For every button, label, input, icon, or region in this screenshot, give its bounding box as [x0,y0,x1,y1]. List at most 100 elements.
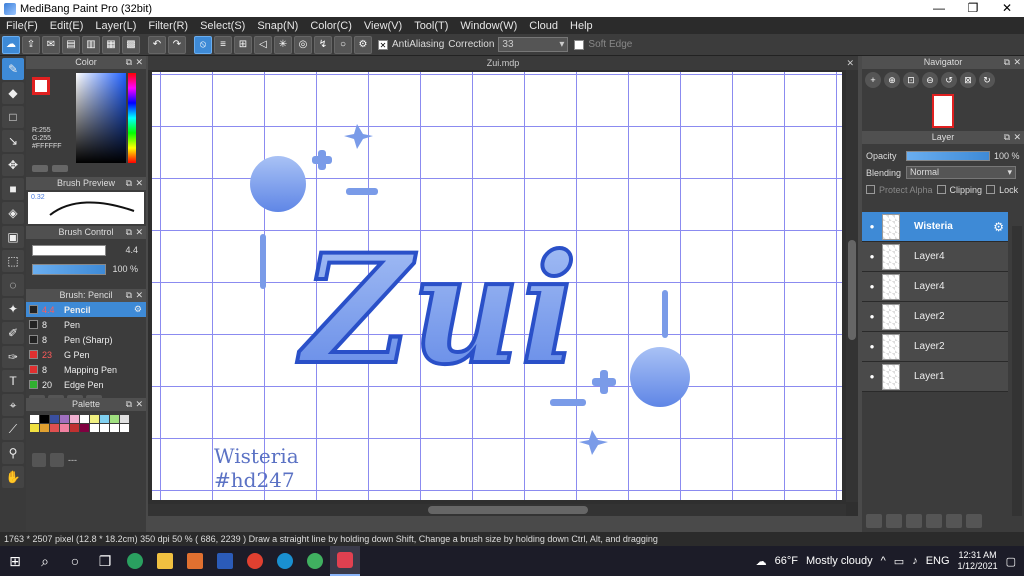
duplicate-layer-button[interactable] [966,514,982,528]
undo-icon[interactable]: ↶ [148,35,166,54]
menu-layer[interactable]: Layer(L) [89,20,142,32]
menu-file[interactable]: File(F) [0,20,44,32]
lock-checkbox[interactable] [986,185,996,194]
menu-help[interactable]: Help [564,20,599,32]
palette-swatch[interactable] [110,415,119,423]
layer-row[interactable]: ● Layer4 [862,242,1008,272]
bucket-tool-icon[interactable]: ◈ [2,202,24,224]
document-tab[interactable]: Zui.mdp ✕ [148,56,858,70]
gradient-tool-icon[interactable]: ▣ [2,226,24,248]
popout-icon[interactable]: ⧉ [126,398,132,411]
app-green-icon[interactable] [300,546,330,576]
chrome-icon[interactable] [240,546,270,576]
menu-tool[interactable]: Tool(T) [408,20,454,32]
close-icon[interactable]: ✕ [135,226,143,239]
close-button[interactable]: ✕ [990,0,1024,17]
radial-snap-icon[interactable]: ✳ [274,35,292,54]
palette-swatch[interactable] [50,424,59,432]
palette-swatch[interactable] [70,424,79,432]
message-icon[interactable]: ▤ [62,35,80,54]
curve-tool-icon[interactable]: ↘ [2,130,24,152]
move-tool-icon[interactable]: ✥ [2,154,24,176]
gear-icon[interactable]: ⚙ [993,220,1004,234]
maximize-button[interactable]: ❐ [956,0,990,17]
popout-icon[interactable]: ⧉ [126,226,132,239]
popout-icon[interactable]: ⧉ [126,289,132,302]
gear-icon[interactable]: ⚙ [134,304,142,315]
visibility-icon[interactable]: ● [867,372,877,382]
select-pen-tool-icon[interactable]: ✐ [2,322,24,344]
navigator-thumbnail[interactable] [932,94,954,128]
close-icon[interactable]: ✕ [135,398,143,411]
menu-select[interactable]: Select(S) [194,20,251,32]
circle-snap-icon[interactable]: ◎ [294,35,312,54]
close-icon[interactable]: ✕ [135,177,143,190]
task-view-icon[interactable]: ❐ [90,546,120,576]
new-layer-button[interactable] [866,514,882,528]
snap-off-icon[interactable]: ⦸ [194,35,212,54]
palette-swatch[interactable] [120,415,129,423]
palette-swatch[interactable] [120,424,129,432]
pages-icon[interactable]: ▦ [102,35,120,54]
palette-swatch[interactable] [100,415,109,423]
vertical-scroll-thumb[interactable] [848,240,856,340]
grid-icon[interactable]: ▩ [122,35,140,54]
parallel-snap-icon[interactable]: ≡ [214,35,232,54]
close-icon[interactable]: ✕ [1013,56,1021,69]
search-icon[interactable]: ⌕ [30,546,60,576]
magic-wand-tool-icon[interactable]: ✦ [2,298,24,320]
weather-icon[interactable]: ☁ [756,555,767,568]
comment-icon[interactable]: ✉ [42,35,60,54]
brush-item-mapping-pen[interactable]: 8 Mapping Pen [26,362,146,377]
menu-edit[interactable]: Edit(E) [44,20,90,32]
edge-icon[interactable] [270,546,300,576]
share-icon[interactable]: ⇪ [22,35,40,54]
layer-row[interactable]: ● Layer1 [862,362,1008,392]
close-icon[interactable]: ✕ [135,289,143,302]
palette-swatch[interactable] [50,415,59,423]
correction-select[interactable]: 33 [498,37,569,52]
horizontal-scroll-thumb[interactable] [428,506,588,514]
palette-swatch[interactable] [110,424,119,432]
brush-item-pen[interactable]: 8 Pen [26,317,146,332]
zoom-out-icon[interactable]: ⊖ [922,72,938,88]
visibility-icon[interactable]: ● [867,252,877,262]
layer-row[interactable]: ● Layer2 [862,332,1008,362]
popout-icon[interactable]: ⧉ [126,177,132,190]
ellipse-snap-icon[interactable]: ○ [334,35,352,54]
app-u-icon[interactable] [120,546,150,576]
cross-snap-icon[interactable]: ⊞ [234,35,252,54]
lasso-tool-icon[interactable]: ◌ [2,274,24,296]
text-tool-icon[interactable]: T [2,370,24,392]
palette-swatch[interactable] [80,415,89,423]
rectangle-tool-icon[interactable]: □ [2,106,24,128]
palette-swatch[interactable] [70,415,79,423]
minimize-button[interactable]: — [922,0,956,17]
visibility-icon[interactable]: ● [867,282,877,292]
redo-icon[interactable]: ↷ [168,35,186,54]
visibility-icon[interactable]: ● [867,342,877,352]
hue-slider[interactable] [128,73,136,163]
clipping-checkbox[interactable] [936,185,946,194]
medibang-taskbar-icon[interactable] [330,546,360,576]
brush-size-slider[interactable] [32,245,106,256]
popout-icon[interactable]: ⧉ [1004,56,1010,69]
new-8bit-layer-button[interactable] [886,514,902,528]
palette-swatch[interactable] [60,415,69,423]
add-color-button[interactable] [32,453,46,467]
popout-icon[interactable]: ⧉ [1004,131,1010,144]
visibility-icon[interactable]: ● [867,222,877,232]
navigator-view[interactable] [862,91,1024,131]
weather-temp[interactable]: 66°F [775,555,798,567]
popout-icon[interactable]: ⧉ [126,56,132,69]
select-eraser-tool-icon[interactable]: ✑ [2,346,24,368]
palette-swatch[interactable] [100,424,109,432]
menu-cloud[interactable]: Cloud [523,20,564,32]
clock[interactable]: 12:31 AM 1/12/2021 [958,550,998,572]
brush-item-pen-sharp[interactable]: 8 Pen (Sharp) [26,332,146,347]
word-icon[interactable] [210,546,240,576]
language-indicator[interactable]: ENG [926,555,950,567]
reset-rotate-icon[interactable]: ⊠ [960,72,976,88]
vanish-snap-icon[interactable]: ◁ [254,35,272,54]
brush-item-edge-pen[interactable]: 20 Edge Pen [26,377,146,392]
